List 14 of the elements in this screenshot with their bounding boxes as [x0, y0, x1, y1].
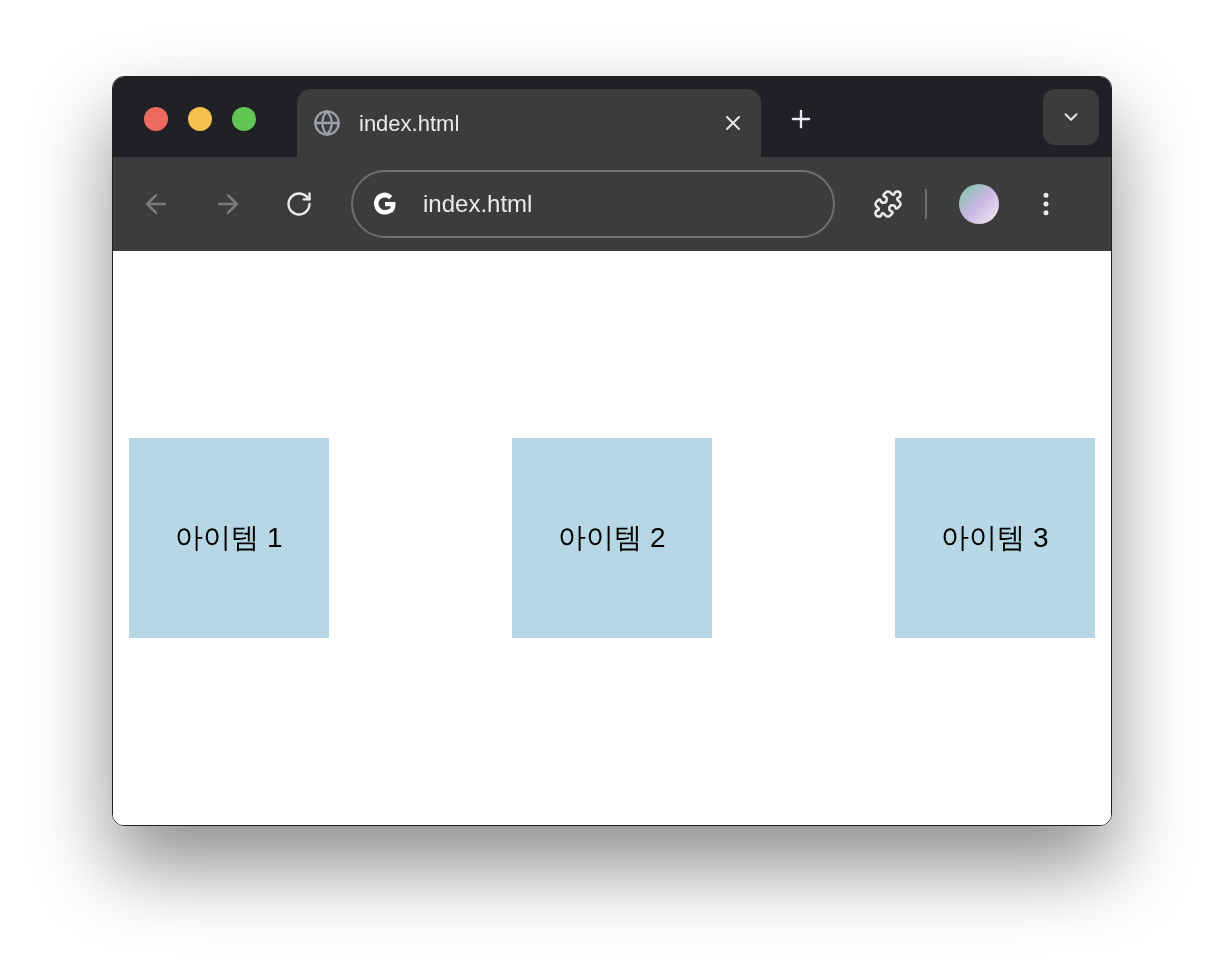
minimize-window-button[interactable] — [188, 107, 212, 131]
item-label: 아이템 3 — [941, 521, 1049, 555]
zoom-window-button[interactable] — [232, 107, 256, 131]
globe-icon — [313, 109, 341, 137]
browser-tab[interactable]: index.html — [297, 89, 761, 157]
tab-title: index.html — [359, 109, 461, 138]
reload-icon[interactable] — [285, 190, 313, 218]
item-label: 아이템 1 — [175, 521, 283, 555]
extensions-icon[interactable] — [873, 189, 903, 219]
profile-avatar[interactable] — [959, 184, 999, 224]
address-bar[interactable]: index.html — [351, 170, 835, 238]
address-text: index.html — [423, 189, 533, 219]
item-label: 아이템 2 — [558, 521, 666, 555]
close-window-button[interactable] — [144, 107, 168, 131]
